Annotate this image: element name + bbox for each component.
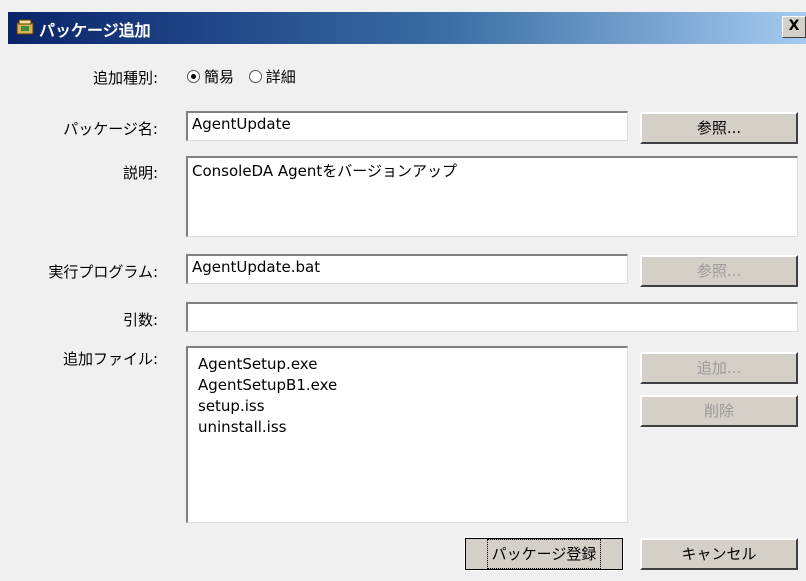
package-icon	[16, 19, 34, 35]
package-name-field[interactable]: AgentUpdate	[186, 111, 628, 141]
radio-simple-label[interactable]: 簡易	[204, 68, 234, 86]
type-radio-group: 簡易 詳細	[187, 66, 296, 87]
files-label: 追加ファイル:	[62, 350, 158, 368]
program-field[interactable]: AgentUpdate.bat	[186, 254, 628, 284]
type-label: 追加種別:	[92, 69, 158, 87]
browse-program-button: 参照...	[640, 255, 798, 287]
radio-simple[interactable]: 簡易	[187, 68, 234, 86]
program-label: 実行プログラム:	[48, 263, 158, 281]
browse-package-button[interactable]: 参照...	[640, 112, 798, 144]
cancel-button[interactable]: キャンセル	[640, 538, 798, 570]
delete-file-button: 削除	[640, 395, 798, 427]
list-item[interactable]: setup.iss	[198, 396, 617, 417]
title-bar[interactable]: パッケージ追加 X	[8, 12, 806, 44]
files-list[interactable]: AgentSetup.exe AgentSetupB1.exe setup.is…	[186, 346, 628, 523]
close-button[interactable]: X	[782, 16, 806, 38]
args-field[interactable]	[186, 302, 798, 332]
args-label: 引数:	[122, 311, 158, 329]
radio-detail[interactable]: 詳細	[248, 68, 296, 86]
list-item[interactable]: AgentSetup.exe	[198, 354, 617, 375]
window-title: パッケージ追加	[39, 21, 151, 40]
radio-simple-indicator[interactable]	[187, 70, 200, 83]
register-package-button[interactable]: パッケージ登録	[464, 537, 624, 571]
description-field[interactable]: ConsoleDA Agentをバージョンアップ	[186, 156, 798, 237]
register-package-label[interactable]: パッケージ登録	[486, 539, 602, 569]
package-add-dialog: パッケージ追加 X 追加種別: 簡易 詳細 パッケージ名: AgentUpdat…	[0, 0, 806, 581]
package-name-label: パッケージ名:	[63, 120, 158, 138]
description-label: 説明:	[122, 164, 158, 182]
list-item[interactable]: uninstall.iss	[198, 417, 617, 438]
list-item[interactable]: AgentSetupB1.exe	[198, 375, 617, 396]
radio-detail-label[interactable]: 詳細	[266, 68, 296, 86]
add-file-button: 追加...	[640, 352, 798, 384]
radio-detail-indicator[interactable]	[248, 70, 262, 83]
